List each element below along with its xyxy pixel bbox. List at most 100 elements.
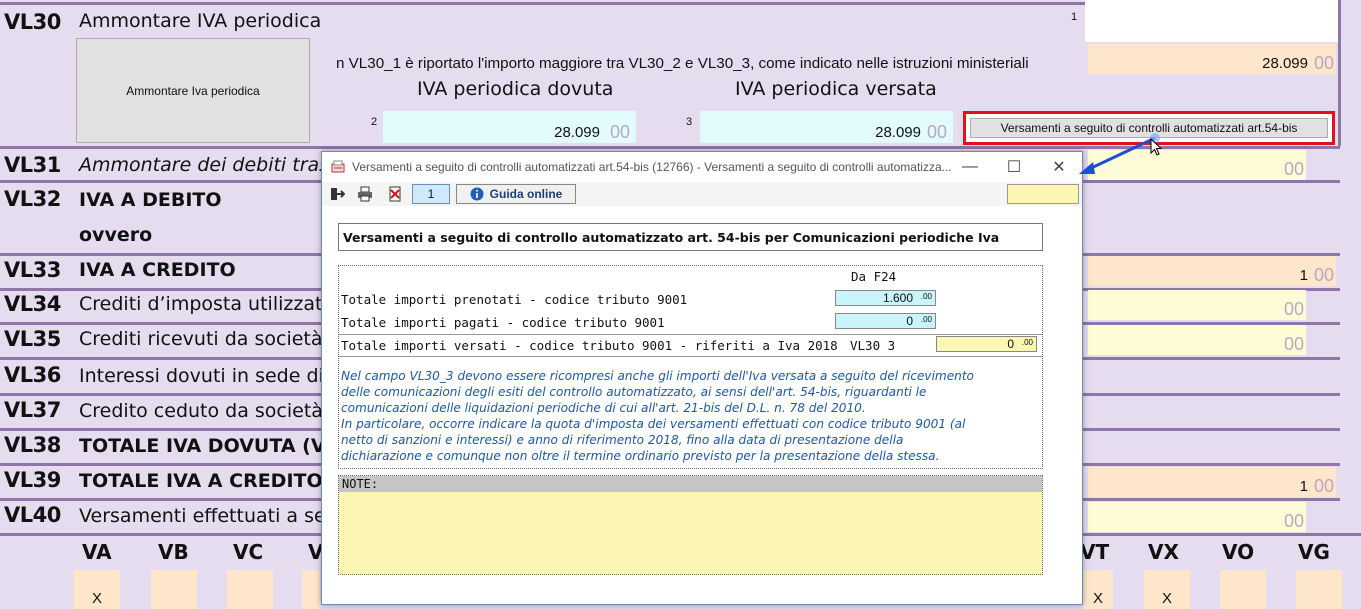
line2-field[interactable]: 0 .00 [835,313,936,329]
app-icon [331,160,345,173]
decimals: 00 [609,122,630,142]
exit-icon[interactable] [326,184,348,204]
row-title-vl31: Ammontare dei debiti trasfe [79,154,348,176]
decimals: 00 [1283,299,1304,319]
instruction-line: netto di sanzioni e interessi) e anno di… [341,433,904,447]
row-title-vl32: IVA A DEBITO [79,189,222,211]
col-header-vg: VG [1298,540,1330,564]
decimals: 00 [1313,476,1334,496]
decimals: 00 [1313,53,1334,73]
vl33-field[interactable]: 1 00 [1088,256,1336,286]
line2-value: 0 [906,314,913,328]
vl30-field2[interactable]: 28.099 00 [383,111,636,143]
close-button[interactable]: ✕ [1039,156,1079,178]
row-code-vl31: VL31 [4,153,61,177]
dialog-panel: Da F24 Totale importi prenotati - codice… [338,265,1043,469]
vl35-field[interactable]: 00 [1088,325,1306,355]
dialog-section-header: Versamenti a seguito di controllo automa… [338,223,1043,251]
guida-online-label: Guida online [489,187,563,201]
divider [339,356,1042,357]
ammontare-iva-button[interactable]: Ammontare Iva periodica [76,38,310,143]
row-title-vl35: Crediti ricevuti da società di [79,328,346,350]
minimize-button[interactable]: — [950,156,990,178]
col2-header: IVA periodica dovuta [417,78,614,100]
notes-label: NOTE: [339,476,1042,492]
dialog-title: Versamenti a seguito di controlli automa… [352,160,952,174]
row-title-vl36: Interessi dovuti in sede di dic [79,365,358,387]
notes-area[interactable]: NOTE: [338,475,1043,575]
col-header-vc: VC [233,540,264,564]
vl30-field1-value: 28.099 [1262,55,1308,72]
col-header-vb: VB [158,540,189,564]
decimals: 00 [1313,265,1334,285]
line3-value: 0 [1007,337,1014,351]
guida-online-button[interactable]: Guida online [456,184,576,204]
row-code-vl36: VL36 [4,363,61,387]
col-header-vt: VT [1080,540,1110,564]
versamenti-dialog: Versamenti a seguito di controlli automa… [321,151,1083,605]
col-box-vc[interactable] [227,570,273,609]
row-title-vl34: Crediti d’imposta utilizzati ir [79,293,347,315]
row-title-ovvero: ovvero [79,224,153,246]
page-number[interactable]: 1 [412,184,450,204]
vl34-field[interactable]: 00 [1088,290,1306,320]
field-number: 3 [686,116,693,128]
col-box-vt[interactable]: X [1083,570,1113,609]
instruction-line: comunicazioni delle liquidazioni periodi… [341,401,866,415]
row-code-vl34: VL34 [4,292,61,316]
line1-label: Totale importi prenotati - codice tribut… [341,292,688,307]
row-code-vl32: VL32 [4,187,61,211]
maximize-button[interactable]: ☐ [994,156,1034,178]
col-header-vo: VO [1222,540,1255,564]
dialog-toolbar: 1 Guida online [322,182,1082,206]
row-divider [0,2,1085,5]
delete-icon[interactable] [384,184,406,204]
row-code-vl37: VL37 [4,398,61,422]
row-code-vl33: VL33 [4,258,61,282]
col-header-va: VA [82,540,112,564]
instructions-text: Nel campo VL30_3 devono essere ricompres… [341,368,1041,464]
row-code-vl40: VL40 [4,503,61,527]
row-title-vl40: Versamenti effettuati a segui [79,505,356,527]
instruction-line: In particolare, occorre indicare la quot… [341,417,966,431]
vl40-field[interactable]: 00 [1088,502,1306,532]
col-header-da-f24: Da F24 [851,269,897,284]
vl30-field3[interactable]: 28.099 00 [700,111,953,143]
row-code-vl38: VL38 [4,433,61,457]
column-divider [1338,0,1341,146]
col-box-va[interactable]: X [74,570,120,609]
col-box-vg[interactable] [1296,570,1342,609]
dialog-titlebar[interactable]: Versamenti a seguito di controlli automa… [322,152,1082,182]
decimals: 00 [1283,159,1304,179]
instruction-line: Nel campo VL30_3 devono essere ricompres… [341,369,974,383]
decimals: 00 [1283,334,1304,354]
col-box-vo[interactable] [1220,570,1266,609]
vl30-field3-value: 28.099 [875,124,921,141]
vl30-field2-value: 28.099 [554,124,600,141]
instruction-line: delle comunicazioni degli esiti del cont… [341,385,927,399]
vl39-field[interactable]: 1 00 [1088,467,1336,497]
field-number: 1 [1071,11,1078,23]
print-icon[interactable] [354,184,376,204]
row-title-vl30: Ammontare IVA periodica [79,10,322,32]
decimals: .00 [920,292,932,301]
decimals: .00 [920,315,932,324]
col-box-v[interactable] [302,570,320,609]
vl30-field1[interactable]: 28.099 00 [1088,44,1336,74]
toolbar-yellow-field[interactable] [1007,184,1079,204]
row-code-vl30: VL30 [4,10,61,34]
col-box-vx[interactable]: X [1144,570,1190,609]
divider [339,334,1042,335]
mouse-cursor-icon [1150,138,1163,156]
line3-ref: VL30 3 [850,338,896,353]
vl33-value: 1 [1299,267,1308,284]
line1-value: 1.600 [882,291,913,305]
line1-field[interactable]: 1.600 .00 [835,290,936,306]
col-box-vb[interactable] [151,570,197,609]
line2-label: Totale importi pagati - codice tributo 9… [341,315,665,330]
decimals: 00 [1283,511,1304,531]
info-icon [470,187,484,201]
field-number: 2 [371,116,378,128]
row-title-vl33: IVA A CREDITO [79,259,236,281]
line3-field[interactable]: 0 .00 [936,336,1037,352]
